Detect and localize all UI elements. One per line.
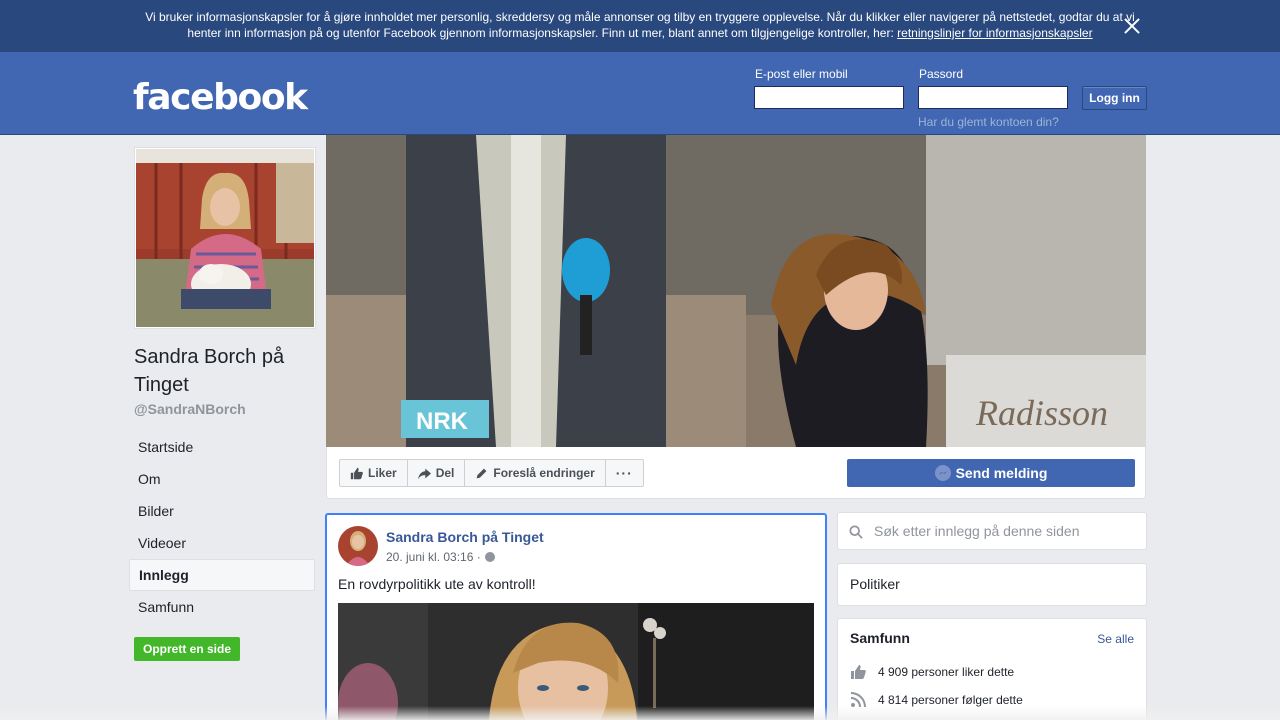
- category-link[interactable]: Politiker: [850, 576, 900, 592]
- community-box: Samfunn Se alle 4 909 personer liker det…: [837, 618, 1147, 720]
- thumbs-up-icon: [350, 467, 363, 479]
- suggest-edits-button[interactable]: Foreslå endringer: [465, 460, 606, 486]
- send-message-label: Send melding: [955, 465, 1048, 481]
- share-button[interactable]: Del: [408, 460, 466, 486]
- globe-icon: [484, 552, 495, 562]
- password-label: Passord: [919, 67, 964, 81]
- share-label: Del: [435, 466, 455, 480]
- like-button[interactable]: Liker: [340, 460, 408, 486]
- community-title: Samfunn: [850, 630, 910, 646]
- top-header: facebook E-post eller mobil Passord Logg…: [0, 52, 1280, 135]
- post-text: En rovdyrpolitikk ute av kontroll!: [338, 576, 536, 592]
- like-label: Liker: [368, 466, 397, 480]
- see-all-link[interactable]: Se alle: [1097, 632, 1134, 646]
- nav-item-bilder[interactable]: Bilder: [129, 495, 315, 527]
- post-search-box: [837, 512, 1147, 550]
- action-button-group: Liker Del Foreslå endringer ···: [339, 459, 644, 487]
- close-icon[interactable]: [1122, 16, 1142, 36]
- messenger-icon: [934, 465, 951, 481]
- nav-item-om[interactable]: Om: [129, 463, 315, 495]
- login-button[interactable]: Logg inn: [1082, 86, 1147, 110]
- more-options-button[interactable]: ···: [606, 460, 643, 486]
- pencil-icon: [477, 468, 487, 478]
- nav-item-innlegg[interactable]: Innlegg: [129, 559, 315, 591]
- bottom-fade: [0, 706, 1280, 720]
- nav-item-videoer[interactable]: Videoer: [129, 527, 315, 559]
- share-icon: [417, 468, 431, 479]
- facebook-logo[interactable]: facebook: [133, 78, 308, 118]
- send-message-button[interactable]: Send melding: [847, 459, 1135, 487]
- page-nav: Startside Om Bilder Videoer Innlegg Samf…: [129, 431, 315, 623]
- page-handle[interactable]: @SandraNBorch: [134, 401, 246, 417]
- cover-sign-text: Radisson: [975, 393, 1108, 433]
- post-author-link[interactable]: Sandra Borch på Tinget: [386, 529, 544, 545]
- forgot-account-link[interactable]: Har du glemt kontoen din?: [918, 115, 1059, 129]
- cover-logo-text: NRK: [416, 408, 469, 435]
- cover-photo[interactable]: NRK Radisson: [326, 135, 1146, 447]
- profile-picture[interactable]: [134, 147, 316, 329]
- thumbs-up-icon: [851, 665, 866, 679]
- page-action-bar: Liker Del Foreslå endringer ··· Send mel…: [326, 447, 1146, 499]
- post-image[interactable]: [338, 603, 814, 720]
- cookie-policy-link[interactable]: retningslinjer for informasjonskapsler: [897, 26, 1092, 40]
- email-label: E-post eller mobil: [755, 67, 848, 81]
- post-card: Sandra Borch på Tinget 20. juni kl. 03:1…: [325, 513, 827, 720]
- more-icon: ···: [615, 465, 633, 481]
- email-field[interactable]: [754, 86, 904, 109]
- search-input[interactable]: [874, 514, 1139, 548]
- post-timestamp[interactable]: 20. juni kl. 03:16 ·: [386, 550, 495, 564]
- password-field[interactable]: [918, 86, 1068, 109]
- page-title: Sandra Borch på Tinget: [134, 346, 285, 396]
- suggest-label: Foreslå endringer: [493, 466, 595, 480]
- nav-item-samfunn[interactable]: Samfunn: [129, 591, 315, 623]
- category-box: Politiker: [837, 563, 1147, 606]
- likes-row: 4 909 personer liker dette: [850, 664, 1014, 680]
- likes-count: 4 909 personer liker dette: [878, 665, 1015, 679]
- post-avatar[interactable]: [338, 526, 378, 566]
- nav-item-startside[interactable]: Startside: [129, 431, 315, 463]
- cookie-banner: Vi bruker informasjonskapsler for å gjør…: [0, 0, 1280, 52]
- create-page-button[interactable]: Opprett en side: [134, 637, 240, 661]
- post-time-text: 20. juni kl. 03:16 ·: [386, 550, 481, 564]
- follows-count: 4 814 personer følger dette: [878, 693, 1023, 707]
- search-icon: [849, 525, 863, 539]
